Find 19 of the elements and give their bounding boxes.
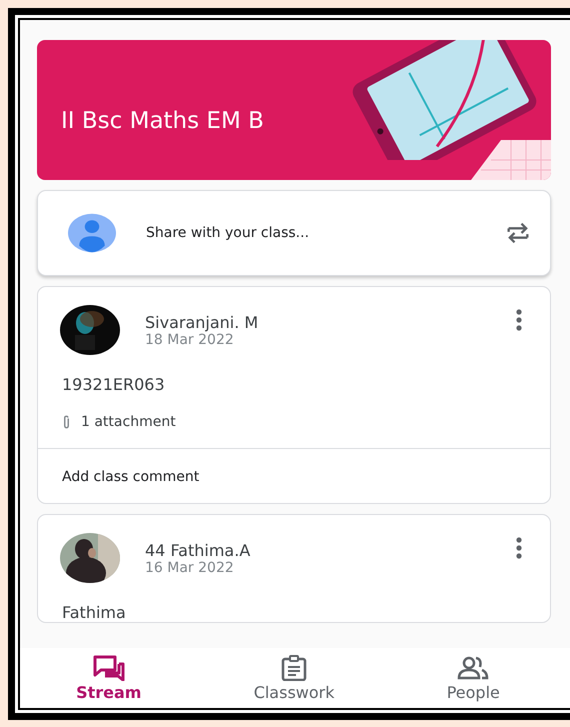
more-options-icon[interactable] [516,309,522,331]
author-name: Sivaranjani. M [145,312,260,332]
post-text: 19321ER063 [61,374,166,394]
chat-bubbles-icon [92,654,125,680]
more-options-icon[interactable] [516,537,522,559]
people-icon [456,654,490,680]
nav-tab[interactable]: Stream [66,648,152,708]
nav-tab[interactable]: People [436,648,510,708]
class-comment-link[interactable]: Add class comment [38,448,550,503]
class-title: II Bsc Maths EM B [60,108,264,134]
post-text: Fathima [61,602,127,622]
paperclip-icon [62,415,71,429]
post-date: 18 Mar 2022 [145,332,235,348]
share-field[interactable]: Share with your class... [144,224,504,242]
author-name: 44 Fathima.A [145,540,252,560]
post-date: 16 Mar 2022 [145,560,235,576]
attachment-count[interactable]: 1 attachment [81,414,176,430]
clipboard-icon [281,654,308,680]
nav-tab[interactable]: Classwork [244,648,344,708]
